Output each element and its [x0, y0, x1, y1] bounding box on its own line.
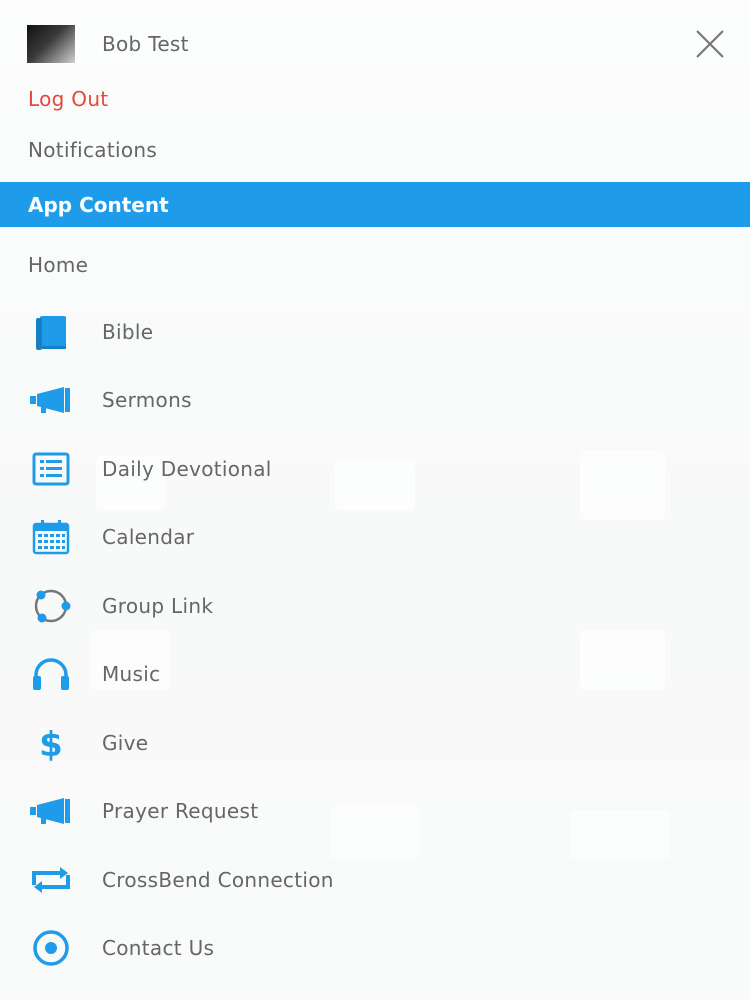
svg-text:$: $ — [39, 725, 63, 763]
menu-item-label: Bible — [102, 320, 154, 344]
menu-item-label: Calendar — [102, 525, 195, 549]
menu-item-prayer-request[interactable]: Prayer Request — [0, 783, 750, 839]
section-header-app-content: App Content — [0, 182, 750, 227]
repeat-icon — [27, 858, 75, 902]
logout-link[interactable]: Log Out — [0, 80, 750, 118]
dollar-icon: $ — [27, 721, 75, 765]
menu-item-group-link[interactable]: Group Link — [0, 578, 750, 634]
menu-item-label: Give — [102, 731, 149, 755]
calendar-icon — [27, 515, 75, 559]
notifications-link[interactable]: Notifications — [0, 130, 750, 170]
section-title: App Content — [28, 192, 169, 217]
avatar — [27, 25, 75, 63]
notifications-label: Notifications — [28, 138, 158, 162]
menu-item-give[interactable]: $ Give — [0, 715, 750, 771]
list-icon — [27, 447, 75, 491]
menu-item-crossbend-connection[interactable]: CrossBend Connection — [0, 852, 750, 908]
menu-item-label: Daily Devotional — [102, 457, 272, 481]
book-icon — [27, 310, 75, 354]
profile-name: Bob Test — [102, 32, 189, 56]
menu-item-label: Home — [28, 253, 89, 277]
menu-item-contact-us[interactable]: Contact Us — [0, 920, 750, 976]
close-button[interactable] — [694, 28, 726, 60]
menu-item-label: Sermons — [102, 388, 192, 412]
menu-item-home[interactable]: Home — [0, 245, 750, 285]
target-icon — [27, 926, 75, 970]
logout-label: Log Out — [28, 87, 109, 111]
close-icon — [696, 30, 724, 58]
megaphone-icon — [27, 378, 75, 422]
group-link-icon — [27, 584, 75, 628]
megaphone-icon — [27, 789, 75, 833]
menu-item-sermons[interactable]: Sermons — [0, 372, 750, 428]
menu-item-music[interactable]: Music — [0, 646, 750, 702]
profile-row[interactable]: Bob Test — [0, 22, 750, 66]
navigation-drawer: Bob Test Log Out Notifications App Conte… — [0, 0, 750, 1000]
menu-item-calendar[interactable]: Calendar — [0, 509, 750, 565]
menu-item-label: Group Link — [102, 594, 214, 618]
menu-item-daily-devotional[interactable]: Daily Devotional — [0, 441, 750, 497]
menu-item-bible[interactable]: Bible — [0, 304, 750, 360]
menu-item-label: Music — [102, 662, 161, 686]
menu-item-label: Contact Us — [102, 936, 215, 960]
menu-item-label: CrossBend Connection — [102, 868, 334, 892]
menu-item-label: Prayer Request — [102, 799, 259, 823]
headphones-icon — [27, 652, 75, 696]
